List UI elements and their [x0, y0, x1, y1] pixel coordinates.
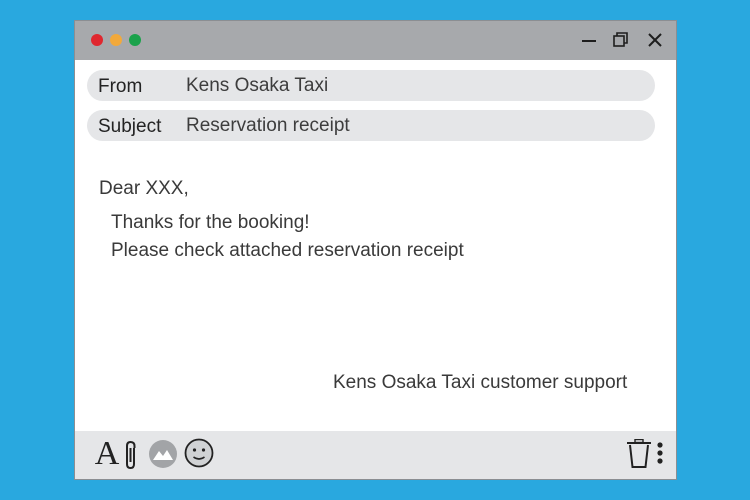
- from-label: From: [98, 76, 143, 97]
- message-line-1: Thanks for the booking!: [111, 212, 310, 233]
- subject-value: Reservation receipt: [186, 115, 350, 136]
- greeting-text: Dear XXX,: [99, 178, 189, 199]
- emoji-icon[interactable]: [183, 437, 215, 469]
- compose-toolbar: A: [75, 431, 676, 479]
- subject-label: Subject: [98, 116, 162, 137]
- email-window: From Kens Osaka Taxi Subject Reservation…: [74, 20, 677, 480]
- from-field[interactable]: From Kens Osaka Taxi: [87, 70, 655, 101]
- minimize-dot-button[interactable]: [110, 34, 122, 46]
- close-dot-button[interactable]: [91, 34, 103, 46]
- close-icon[interactable]: [645, 30, 665, 50]
- trash-icon[interactable]: [626, 439, 652, 469]
- title-bar: [75, 21, 676, 60]
- minimize-icon[interactable]: [579, 30, 599, 50]
- message-line-2: Please check attached reservation receip…: [111, 240, 464, 261]
- font-icon[interactable]: A: [94, 436, 120, 472]
- zoom-dot-button[interactable]: [129, 34, 141, 46]
- subject-field[interactable]: Subject Reservation receipt: [87, 110, 655, 141]
- more-vertical-icon[interactable]: [655, 439, 665, 469]
- signature-text: Kens Osaka Taxi customer support: [333, 372, 628, 393]
- image-icon[interactable]: [147, 438, 178, 469]
- restore-icon[interactable]: [611, 30, 631, 50]
- paperclip-icon[interactable]: [123, 439, 139, 471]
- from-value: Kens Osaka Taxi: [186, 75, 329, 96]
